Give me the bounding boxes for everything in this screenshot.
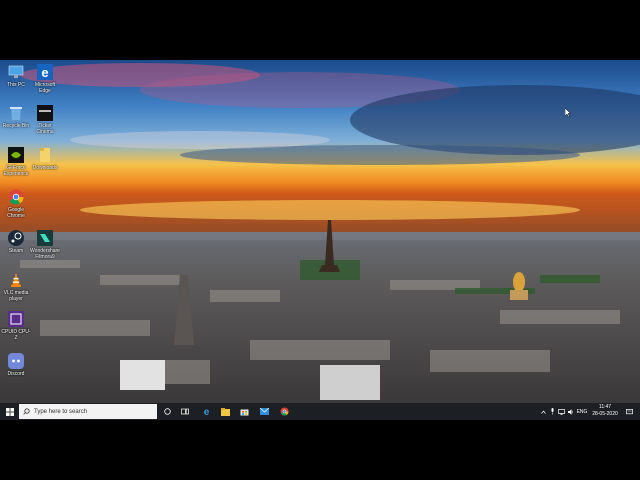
start-button[interactable] <box>3 403 17 420</box>
app-icon <box>37 105 53 121</box>
desktop-icon-vlc[interactable]: VLC media player <box>1 271 31 302</box>
taskbar-search-box[interactable]: Type here to search <box>19 404 157 419</box>
windows-logo-icon <box>6 407 14 416</box>
desktop-icon-label: Steam <box>8 248 24 254</box>
desktop-icon-label: CPUID CPU-Z <box>1 329 31 341</box>
task-view-icon <box>181 408 189 415</box>
edge-icon: e <box>37 64 53 80</box>
discord-icon <box>8 353 24 369</box>
desktop-icon-label: GeForce Experience <box>3 165 29 177</box>
desktop-icon-chrome[interactable]: Google Chrome <box>1 188 31 219</box>
cpuz-icon <box>8 311 24 327</box>
steam-icon <box>8 230 24 246</box>
desktop-icon-label: Google Chrome <box>7 207 25 219</box>
desktop-icon-steam[interactable]: Steam <box>1 229 31 254</box>
microphone-icon <box>551 408 553 415</box>
mouse-cursor-icon <box>565 108 571 117</box>
tray-language-indicator[interactable]: ENG <box>576 403 588 420</box>
chevron-up-icon <box>540 409 546 414</box>
clock-time: 11:47 <box>598 404 612 410</box>
desktop-icon-geforce[interactable]: GeForce Experience <box>1 146 31 177</box>
tray-volume-button[interactable] <box>567 403 575 420</box>
tray-network-button[interactable] <box>557 403 566 420</box>
desktop-icon-label: VLC media player <box>3 290 29 302</box>
taskbar: Type here to search e ENG 11:47 28-05-20… <box>0 403 640 420</box>
desktop-icon-label: Microsoft Edge <box>34 82 56 94</box>
desktop-icon-this-pc[interactable]: This PC <box>1 63 31 88</box>
desktop-icon-label: This PC <box>7 82 25 88</box>
mail-icon <box>259 408 269 415</box>
action-center-button[interactable] <box>623 403 635 420</box>
search-icon <box>23 408 30 415</box>
desktop-icon-downloads[interactable]: Downloads <box>30 146 60 171</box>
task-view-button[interactable] <box>178 403 192 420</box>
edge-icon: e <box>203 407 209 416</box>
wallpaper-paris-sunset <box>0 60 640 403</box>
desktop-icon-label: Recycle Bin <box>2 123 30 129</box>
desktop-icon-label: Wondershare Filmora9 <box>30 248 60 260</box>
desktop-icon-edge[interactable]: e Microsoft Edge <box>30 63 60 94</box>
speaker-icon <box>568 408 574 415</box>
nvidia-icon <box>8 147 24 163</box>
desktop-icon-label: Downloads <box>32 165 58 171</box>
tray-clock[interactable]: 11:47 28-05-2020 <box>588 404 622 418</box>
desktop-icon-ticket-cinema[interactable]: Ticket Cinema <box>30 104 60 135</box>
folder-icon <box>40 148 50 162</box>
notification-icon <box>625 408 633 414</box>
desktop-icon-recycle-bin[interactable]: Recycle Bin <box>1 104 31 129</box>
cortana-button[interactable] <box>160 403 174 420</box>
desktop-screen: This PC e Microsoft Edge Recycle Bin Tic… <box>0 60 640 420</box>
taskbar-chrome-button[interactable] <box>277 403 291 420</box>
svg-text:e: e <box>203 407 209 416</box>
desktop-icon-label: Discord <box>7 371 25 377</box>
taskbar-mail-button[interactable] <box>257 403 271 420</box>
desktop-icon-discord[interactable]: Discord <box>1 352 31 377</box>
this-pc-icon <box>8 65 24 78</box>
network-monitor-icon <box>558 408 565 415</box>
svg-text:e: e <box>41 65 48 80</box>
chrome-icon <box>8 189 24 205</box>
desktop-icon-cpuz[interactable]: CPUID CPU-Z <box>1 310 31 341</box>
cortana-circle-icon <box>163 408 171 415</box>
file-explorer-icon <box>220 407 230 416</box>
taskbar-file-explorer-button[interactable] <box>218 403 232 420</box>
filmora-icon <box>37 230 53 246</box>
taskbar-edge-button[interactable]: e <box>199 403 213 420</box>
store-bag-icon <box>240 409 248 416</box>
chrome-icon <box>280 407 289 416</box>
desktop-icon-filmora[interactable]: Wondershare Filmora9 <box>30 229 60 260</box>
desktop-icon-label: Ticket Cinema <box>36 123 54 135</box>
recycle-bin-icon <box>10 107 22 120</box>
tray-microphone-button[interactable] <box>548 403 556 420</box>
vlc-icon <box>11 273 21 287</box>
tray-show-hidden-button[interactable] <box>539 403 547 420</box>
clock-date: 28-05-2020 <box>592 411 618 417</box>
search-placeholder: Type here to search <box>34 408 88 415</box>
taskbar-store-button[interactable] <box>237 403 251 420</box>
